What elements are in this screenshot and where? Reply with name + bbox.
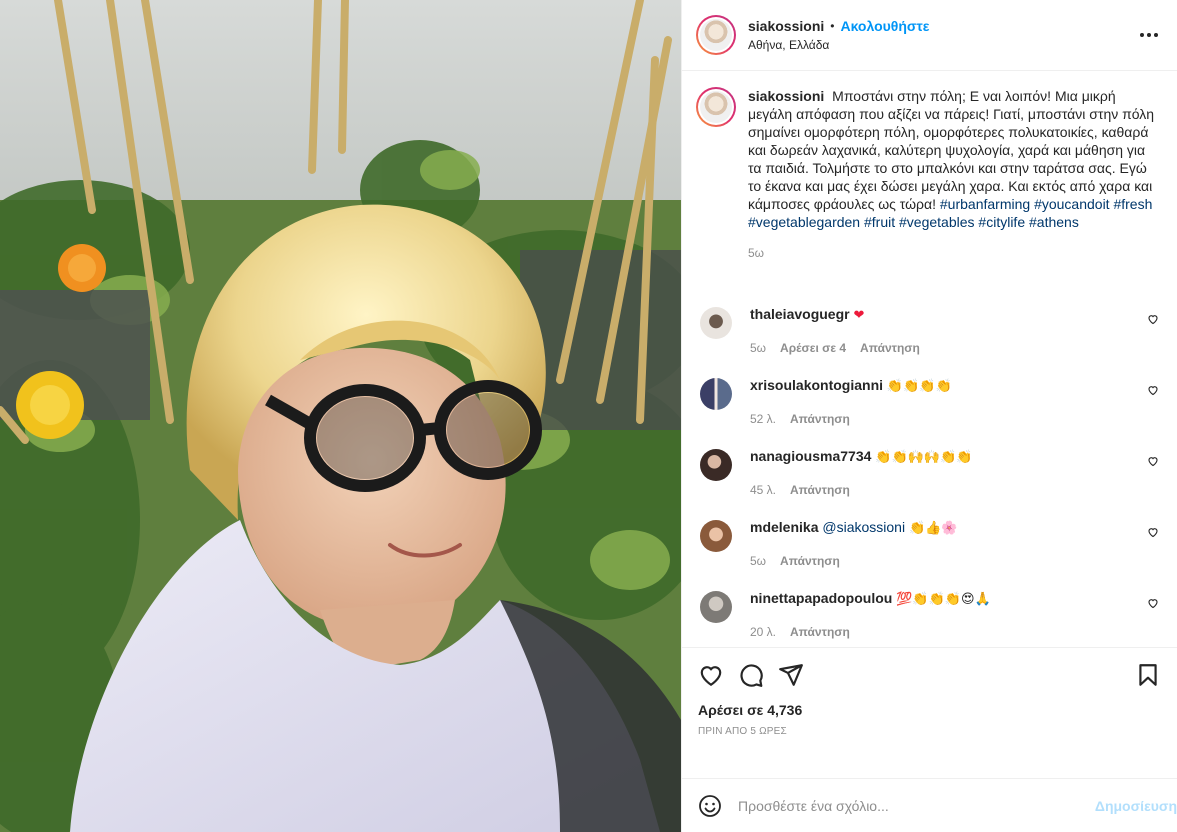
heart-icon[interactable] — [698, 662, 724, 688]
add-comment-bar: Δημοσίευση — [682, 778, 1177, 832]
comment-bubble-icon[interactable] — [738, 662, 764, 688]
hashtag-link[interactable]: #citylife — [978, 214, 1025, 230]
comment-time[interactable]: 20 λ. — [750, 623, 776, 641]
commenter-username[interactable]: ninettapapadopoulou — [750, 590, 892, 606]
commenter-username[interactable]: nanagiousma7734 — [750, 448, 871, 464]
comment-item: nanagiousma7734 👏👏🙌🙌👏👏 45 λ. Απάντηση — [696, 447, 1161, 499]
post-timestamp[interactable]: ΠΡΙΝ ΑΠΟ 5 ΩΡΕΣ — [698, 726, 1161, 737]
author-username[interactable]: siakossioni — [748, 18, 824, 34]
hashtag-link[interactable]: #vegetablegarden — [748, 214, 860, 230]
heart-icon[interactable] — [1147, 313, 1159, 325]
caption-username[interactable]: siakossioni — [748, 88, 824, 104]
commenter-avatar[interactable] — [700, 307, 732, 339]
heart-icon[interactable] — [1147, 455, 1159, 467]
hashtag-link[interactable]: #fruit — [864, 214, 895, 230]
comment-time[interactable]: 5ω — [750, 552, 766, 570]
reply-button[interactable]: Απάντηση — [790, 410, 850, 428]
hashtag-link[interactable]: #fresh — [1113, 196, 1152, 212]
publish-button[interactable]: Δημοσίευση — [1095, 798, 1177, 814]
caption-author-avatar[interactable] — [696, 87, 736, 127]
follow-button[interactable]: Ακολουθήστε — [840, 18, 929, 34]
hashtag-link[interactable]: #vegetables — [899, 214, 975, 230]
comment-time[interactable]: 5ω — [750, 339, 766, 357]
caption-text: Μποστάνι στην πόλη; Ε ναι λοιπόν! Μια μι… — [748, 88, 1155, 212]
commenter-username[interactable]: thaleiavoguegr — [750, 306, 850, 322]
ellipsis-icon[interactable] — [1137, 23, 1161, 47]
heart-icon[interactable] — [1147, 526, 1159, 538]
comment-item: ninettapapadopoulou 💯👏👏👏😍🙏 20 λ. Απάντησ… — [696, 589, 1161, 641]
bookmark-icon[interactable] — [1135, 662, 1161, 688]
caption: siakossioni Μποστάνι στην πόλη; Ε ναι λο… — [696, 87, 1161, 262]
post-container: siakossioni • Ακολουθήστε Αθήνα, Ελλάδα … — [0, 0, 1177, 832]
commenter-username[interactable]: xrisoulakontogianni — [750, 377, 883, 393]
paper-plane-icon[interactable] — [778, 662, 804, 688]
heart-icon[interactable] — [1147, 597, 1159, 609]
post-photo[interactable] — [0, 0, 681, 832]
post-location[interactable]: Αθήνα, Ελλάδα — [748, 38, 1137, 52]
comment-mention[interactable]: @siakossioni — [822, 519, 905, 535]
commenter-avatar[interactable] — [700, 449, 732, 481]
comment-emoji: 👏👍🌸 — [908, 521, 958, 536]
post-details-panel: siakossioni • Ακολουθήστε Αθήνα, Ελλάδα … — [681, 0, 1177, 832]
header-text: siakossioni • Ακολουθήστε Αθήνα, Ελλάδα — [748, 18, 1137, 52]
reply-button[interactable]: Απάντηση — [860, 339, 920, 357]
caption-body: siakossioni Μποστάνι στην πόλη; Ε ναι λο… — [748, 87, 1161, 262]
comment-time[interactable]: 45 λ. — [750, 481, 776, 499]
commenter-avatar[interactable] — [700, 591, 732, 623]
separator-dot: • — [830, 19, 835, 33]
heart-icon[interactable] — [1147, 384, 1159, 396]
post-header: siakossioni • Ακολουθήστε Αθήνα, Ελλάδα — [682, 0, 1177, 71]
commenter-avatar[interactable] — [700, 378, 732, 410]
hashtag-link[interactable]: #youcandoit — [1034, 196, 1110, 212]
caption-time[interactable]: 5ω — [748, 244, 1161, 262]
commenter-avatar[interactable] — [700, 520, 732, 552]
comment-item: mdelenika @siakossioni 👏👍🌸 5ω Απάντηση — [696, 518, 1161, 570]
reply-button[interactable]: Απάντηση — [790, 481, 850, 499]
comment-item: xrisoulakontogianni 👏👏👏👏 52 λ. Απάντηση — [696, 376, 1161, 428]
likes-count[interactable]: Αρέσει σε 4,736 — [698, 702, 1161, 718]
comment-time[interactable]: 52 λ. — [750, 410, 776, 428]
author-avatar[interactable] — [696, 15, 736, 55]
hashtag-link[interactable]: #athens — [1029, 214, 1079, 230]
action-icons-row — [698, 660, 1161, 690]
comment-likes[interactable]: Αρέσει σε 4 — [780, 339, 846, 357]
commenter-username[interactable]: mdelenika — [750, 519, 818, 535]
comments-section[interactable]: siakossioni Μποστάνι στην πόλη; Ε ναι λο… — [682, 71, 1177, 647]
reply-button[interactable]: Απάντηση — [780, 552, 840, 570]
reply-button[interactable]: Απάντηση — [790, 623, 850, 641]
comment-input[interactable] — [738, 797, 1095, 814]
comment-emoji: 👏👏👏👏 — [886, 379, 952, 394]
post-actions: Αρέσει σε 4,736 ΠΡΙΝ ΑΠΟ 5 ΩΡΕΣ — [682, 647, 1177, 778]
hashtag-link[interactable]: #urbanfarming — [940, 196, 1030, 212]
comment-emoji: ❤ — [853, 308, 865, 323]
selfie-garden-image — [0, 0, 681, 832]
comment-emoji: 💯👏👏👏😍🙏 — [896, 592, 991, 607]
smiley-icon[interactable] — [698, 794, 722, 818]
comment-emoji: 👏👏🙌🙌👏👏 — [875, 450, 973, 465]
comment-item: thaleiavoguegr ❤ 5ω Αρέσει σε 4 Απάντηση — [696, 305, 1161, 357]
